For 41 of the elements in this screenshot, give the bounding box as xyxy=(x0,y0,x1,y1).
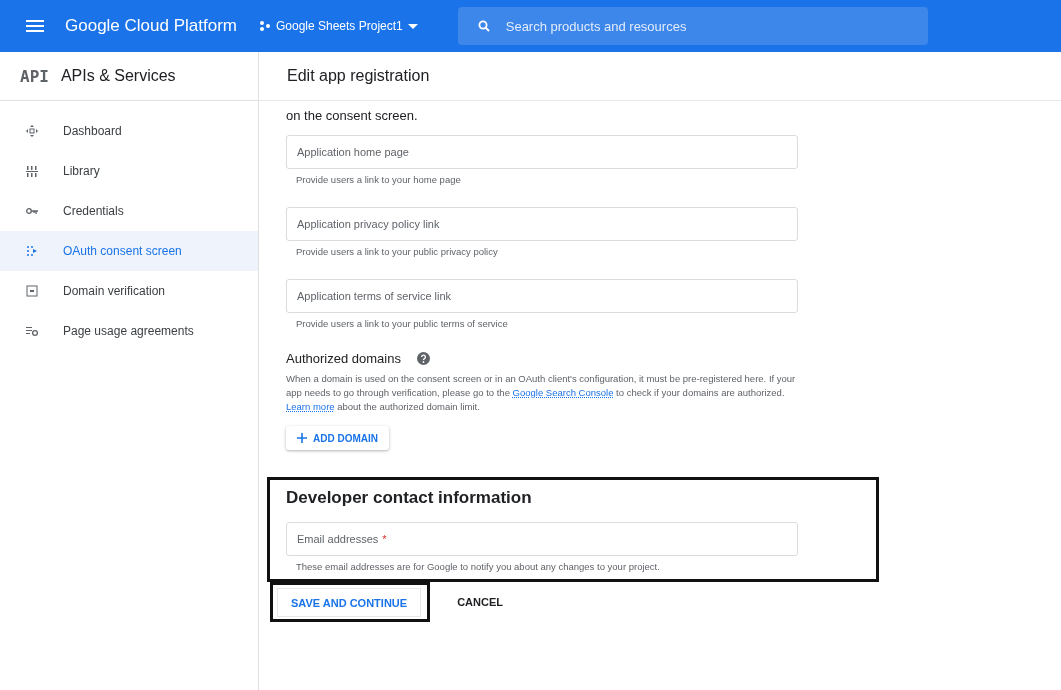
search-field[interactable]: Search products and resources xyxy=(457,7,928,45)
domain-description: When a domain is used on the consent screen or in an OAuth client's configuration, it must be pre-registered here. If your app needs to go through verification, please go to the Google Search Console to check if your domains are authorized. Learn more about the authorized domain limit. xyxy=(286,372,797,414)
square-icon xyxy=(26,285,38,297)
text-field[interactable]: Application terms of service link xyxy=(286,279,798,313)
app-title[interactable]: Google Cloud Platform xyxy=(65,16,237,36)
dots-icon xyxy=(259,21,271,31)
section-heading: Authorized domains xyxy=(286,351,401,366)
page-title: Edit app registration xyxy=(287,67,430,85)
email-field[interactable]: Email addresses * xyxy=(286,522,798,556)
plus-icon xyxy=(297,433,307,443)
help-icon[interactable] xyxy=(416,352,430,365)
sidebar-item[interactable]: Page usage agreements xyxy=(0,311,258,351)
sidebar-item[interactable]: Library xyxy=(0,151,258,191)
field-hint: Provide users a link to your public terms of service xyxy=(295,317,509,329)
diamond-icon xyxy=(26,125,38,137)
field-hint: Provide users a link to your home page xyxy=(295,173,462,185)
text-field[interactable]: Application privacy policy link xyxy=(286,207,798,241)
text-link[interactable]: Learn more xyxy=(286,401,335,412)
section-title: APIs & Services xyxy=(60,67,176,85)
field-hint: Provide users a link to your public privacy policy xyxy=(295,245,499,257)
sidebar-item[interactable]: OAuth consent screen xyxy=(0,231,258,271)
required-mark: * xyxy=(382,533,387,545)
field-hint: These email addresses are for Google to notify you about any changes to your project. xyxy=(295,560,661,572)
api-logo: API xyxy=(20,66,49,86)
intro-text: on the consent screen. xyxy=(286,108,419,123)
key-icon xyxy=(26,205,38,217)
section-heading: Developer contact information xyxy=(286,488,533,508)
text-field[interactable]: Application home page xyxy=(286,135,798,169)
caret-icon xyxy=(407,23,418,29)
project-selector[interactable]: Google Sheets Project1 xyxy=(259,19,418,33)
list-icon xyxy=(26,325,38,337)
grid-icon xyxy=(26,165,38,177)
menu-icon[interactable] xyxy=(26,20,44,32)
text-link[interactable]: Google Search Console xyxy=(512,387,614,398)
save-button[interactable]: SAVE AND CONTINUE xyxy=(277,588,422,617)
arrow-icon xyxy=(26,245,38,257)
sidebar-item[interactable]: Dashboard xyxy=(0,111,258,151)
sidebar-item[interactable]: Credentials xyxy=(0,191,258,231)
search-icon xyxy=(477,20,490,32)
add-domain-button[interactable]: ADD DOMAIN xyxy=(286,426,389,450)
sidebar-item[interactable]: Domain verification xyxy=(0,271,258,311)
